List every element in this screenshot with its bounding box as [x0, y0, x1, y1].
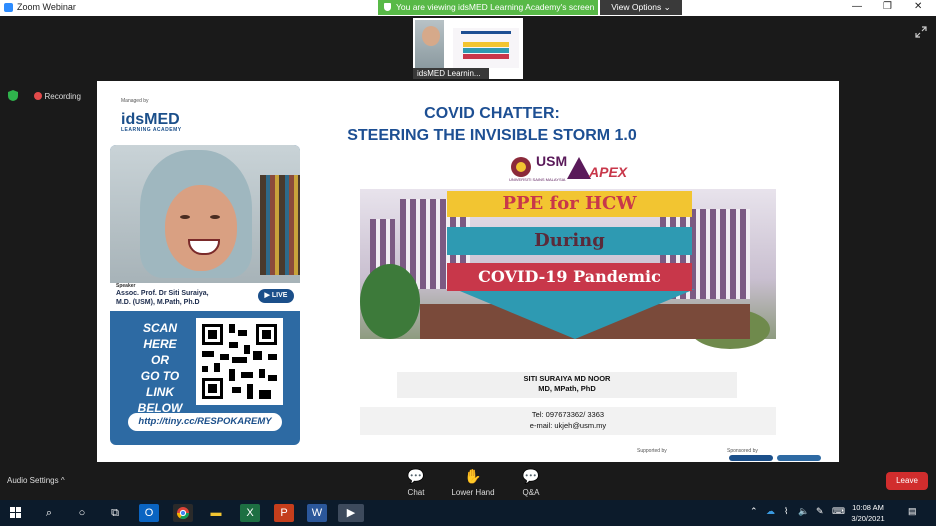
usm-logo-sub: UNIVERSITI SAINS MALAYSIA	[509, 177, 566, 182]
viewing-text: You are viewing idsMED Learning Academy'…	[396, 2, 595, 12]
tray-chevron-icon[interactable]: ⌃	[750, 506, 758, 517]
clock-date: 3/20/2021	[851, 514, 885, 523]
word-icon[interactable]: W	[307, 504, 327, 522]
taskbar-clock[interactable]: 10:08 AM 3/20/2021	[846, 502, 890, 524]
window-title: Zoom Webinar	[17, 2, 76, 12]
chrome-icon[interactable]	[173, 504, 193, 522]
sponsored-by-label: Sponsored by	[727, 448, 758, 454]
clock-time: 10:08 AM	[852, 503, 884, 512]
zoom-app-icon	[4, 3, 13, 12]
speaker-panel: Speaker Assoc. Prof. Dr Siti Suraiya, M.…	[110, 145, 300, 445]
volume-icon[interactable]: 🔈	[798, 506, 809, 517]
exit-fullscreen-icon[interactable]	[915, 26, 927, 38]
close-button[interactable]: ✕	[914, 1, 922, 12]
thumbnail-video	[415, 20, 444, 68]
notifications-icon[interactable]: ▤	[908, 506, 917, 517]
network-icon[interactable]: ⌇	[784, 506, 788, 517]
chat-label: Chat	[407, 488, 425, 497]
ribbon-ppe-for-hcw: PPE for HCW	[447, 191, 692, 217]
sponsor-strip: Supported by Sponsored by	[637, 448, 827, 462]
presenter-name-box: SITI SURAIYA MD NOOR MD, MPath, PhD	[397, 372, 737, 398]
chat-icon: 💬	[407, 468, 425, 484]
windows-taskbar: ⌕ ○ ⧉ O ▬ X P W ▶ ⌃ ☁ ⌇ 🔈 ✎ ⌨ 10:08 AM 3…	[0, 500, 936, 526]
slide-title: COVID CHATTER: STEERING THE INVISIBLE ST…	[347, 103, 637, 147]
windows-start-icon[interactable]	[6, 504, 26, 522]
audio-settings-button[interactable]: Audio Settings ^	[7, 476, 65, 485]
pen-icon[interactable]: ✎	[816, 506, 824, 517]
search-icon[interactable]: ⌕	[39, 504, 59, 522]
idsmed-logo-text: idsMED	[121, 111, 180, 128]
lower-hand-button[interactable]: ✋ Lower Hand	[443, 468, 503, 497]
contact-email: e-mail: ukjeh@usm.my	[529, 421, 607, 430]
idsmed-logo: idsMED LEARNING ACADEMY	[121, 111, 182, 133]
onedrive-icon[interactable]: ☁	[766, 506, 775, 517]
cortana-icon[interactable]: ○	[72, 504, 92, 522]
thumbnail-slide-preview	[453, 28, 519, 68]
recording-icon	[34, 92, 43, 100]
usm-logo-text: USM	[536, 153, 568, 169]
recording-label: Recording	[44, 92, 81, 101]
apex-logo-icon: APEX	[567, 157, 629, 180]
zoom-taskbar-icon[interactable]: ▶	[338, 504, 364, 522]
scan-text: SCAN HERE OR GO TO LINK BELOW	[137, 321, 183, 415]
live-badge: ▶ LIVE	[258, 289, 294, 303]
file-explorer-icon[interactable]: ▬	[206, 504, 226, 522]
shared-screen-slide: Managed by idsMED LEARNING ACADEMY Speak…	[97, 81, 839, 462]
respo-karemy-link: http://tiny.cc/RESPOKAREMY	[128, 413, 282, 431]
task-view-icon[interactable]: ⧉	[105, 504, 125, 522]
ribbon-covid-19-pandemic: COVID-19 Pandemic	[447, 263, 692, 291]
qa-icon: 💬	[522, 468, 540, 484]
speaker-video	[110, 145, 300, 283]
keyboard-icon[interactable]: ⌨	[832, 506, 845, 517]
svg-text:APEX: APEX	[588, 164, 629, 180]
sponsor-logo-2	[777, 455, 821, 461]
idsmed-logo-sub: LEARNING ACADEMY	[121, 127, 182, 133]
restore-button[interactable]: ❐	[883, 1, 892, 12]
chat-button[interactable]: 💬 Chat	[386, 468, 446, 497]
slide-title-line2: STEERING THE INVISIBLE STORM 1.0	[347, 127, 637, 144]
minimize-button[interactable]: —	[852, 1, 862, 12]
presenter-credentials: MD, MPath, PhD	[538, 384, 596, 393]
qa-label: Q&A	[522, 488, 540, 497]
qa-button[interactable]: 💬 Q&A	[501, 468, 561, 497]
excel-icon[interactable]: X	[240, 504, 260, 522]
usm-apex-logos: USM UNIVERSITI SAINS MALAYSIA APEX	[507, 153, 647, 183]
viewing-banner: You are viewing idsMED Learning Academy'…	[378, 0, 598, 15]
speaker-credentials: M.D. (USM), M.Path, Ph.D	[116, 299, 200, 306]
meeting-controls-bar: Audio Settings ^ 💬 Chat ✋ Lower Hand 💬 Q…	[0, 464, 936, 500]
view-options-button[interactable]: View Options ⌄	[600, 0, 682, 15]
powerpoint-icon[interactable]: P	[274, 504, 294, 522]
lower-hand-label: Lower Hand	[451, 488, 495, 497]
hand-icon: ✋	[464, 468, 482, 484]
contact-box: Tel: 097673362/ 3363 e-mail: ukjeh@usm.m…	[360, 407, 776, 435]
qr-code	[196, 318, 283, 405]
outlook-icon[interactable]: O	[139, 504, 159, 522]
speaker-heading: Speaker	[116, 283, 136, 289]
ribbon-during: During	[447, 227, 692, 255]
security-shield-icon	[8, 90, 18, 101]
usm-crest-icon	[511, 157, 531, 177]
video-thumbnail[interactable]: idsMED Learnin...	[413, 18, 523, 79]
presenter-name: SITI SURAIYA MD NOOR	[523, 374, 611, 383]
contact-tel: Tel: 097673362/ 3363	[531, 410, 605, 419]
supported-by-label: Supported by	[637, 448, 667, 454]
thumbnail-label: idsMED Learnin...	[413, 68, 489, 79]
speaker-caption: Speaker Assoc. Prof. Dr Siti Suraiya, M.…	[110, 283, 300, 311]
shield-icon	[384, 3, 391, 11]
ribbon-arrow	[455, 289, 695, 339]
speaker-name: Assoc. Prof. Dr Siti Suraiya,	[116, 290, 209, 297]
leave-button[interactable]: Leave	[886, 472, 928, 490]
slide-title-line1: COVID CHATTER:	[424, 105, 560, 122]
sponsor-logo	[729, 455, 773, 461]
status-area: Recording	[8, 90, 81, 101]
managed-by-label: Managed by	[121, 98, 149, 104]
